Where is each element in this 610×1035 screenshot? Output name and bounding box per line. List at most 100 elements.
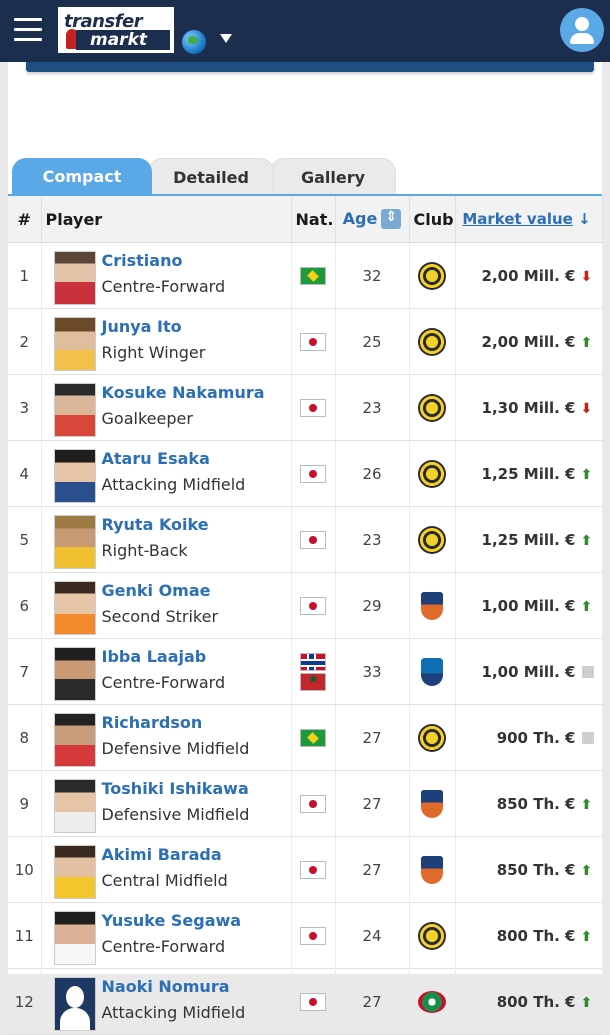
market-value[interactable]: 1,00 Mill. €	[482, 663, 576, 681]
market-value[interactable]: 1,30 Mill. €	[482, 399, 576, 417]
market-value[interactable]: 850 Th. €	[497, 861, 576, 879]
club-kashiwa-icon[interactable]	[418, 393, 446, 422]
player-photo[interactable]	[53, 581, 96, 635]
player-name-link[interactable]: Richardson	[102, 713, 203, 732]
player-position: Centre-Forward	[101, 673, 226, 692]
player-photo[interactable]	[53, 383, 96, 437]
player-photo[interactable]	[53, 251, 96, 305]
club-tokushima-icon[interactable]	[418, 990, 446, 1013]
player-name-link[interactable]: Ibba Laajab	[102, 647, 207, 666]
club-kashiwa-icon[interactable]	[418, 723, 446, 752]
club-niigata-icon[interactable]	[421, 591, 443, 620]
player-name-link[interactable]: Naoki Nomura	[102, 977, 230, 996]
age-cell: 29	[335, 572, 410, 639]
player-position: Goalkeeper	[101, 409, 193, 428]
menu-icon[interactable]	[14, 18, 42, 42]
flag-brazil-icon	[300, 728, 326, 747]
market-value-sort-link[interactable]: Market value	[462, 210, 572, 228]
player-photo[interactable]	[53, 449, 96, 503]
table-row: 4 Ataru Esaka Attacking Midfield 26 1,25…	[8, 440, 603, 507]
nationality-cell	[291, 374, 336, 441]
col-age-label[interactable]: Age	[343, 209, 378, 228]
nationality-cell	[291, 440, 336, 507]
player-name-link[interactable]: Cristiano	[102, 251, 183, 270]
player-position: Second Striker	[101, 607, 219, 626]
nationality-cell	[291, 836, 336, 903]
row-number: 12	[8, 968, 42, 1035]
sort-desc-icon[interactable]: ↓	[578, 210, 591, 228]
player-photo[interactable]	[53, 515, 96, 569]
player-photo[interactable]	[53, 647, 96, 701]
club-kashiwa-icon[interactable]	[418, 459, 446, 488]
market-value[interactable]: 900 Th. €	[497, 729, 576, 747]
player-name-link[interactable]: Ataru Esaka	[102, 449, 210, 468]
market-value[interactable]: 850 Th. €	[497, 795, 576, 813]
club-kashiwa-icon[interactable]	[418, 525, 446, 554]
trend-up-icon: ⬆	[580, 532, 593, 549]
player-position: Defensive Midfield	[101, 739, 250, 758]
table-row: 12 Naoki Nomura Attacking Midfield 27 80…	[8, 968, 603, 1035]
table-row: 3 Kosuke Nakamura Goalkeeper 23 1,30 Mil…	[8, 374, 603, 441]
player-name-link[interactable]: Junya Ito	[102, 317, 182, 336]
club-kashiwa-icon[interactable]	[418, 261, 446, 290]
market-value[interactable]: 800 Th. €	[497, 993, 576, 1011]
globe-icon[interactable]	[182, 30, 206, 54]
row-number: 8	[8, 704, 42, 771]
club-cell	[409, 506, 456, 573]
player-name-link[interactable]: Genki Omae	[102, 581, 211, 600]
tab-detailed[interactable]: Detailed	[148, 158, 274, 196]
transfermarkt-logo[interactable]: transfer markt	[58, 7, 174, 53]
player-cell: Yusuke Segawa Centre-Forward	[41, 902, 292, 969]
trend-up-icon: ⬆	[580, 796, 593, 813]
market-value-cell: 1,25 Mill. € ⬆	[455, 440, 603, 507]
age-cell: 23	[335, 374, 410, 441]
row-number: 4	[8, 440, 42, 507]
club-cell	[409, 242, 456, 309]
players-table: # Player Nat. Age Club Market value ↓ 1 …	[8, 196, 603, 1035]
tab-compact[interactable]: Compact	[12, 158, 152, 194]
player-name-link[interactable]: Akimi Barada	[102, 845, 222, 864]
player-position: Central Midfield	[101, 871, 228, 890]
market-value[interactable]: 2,00 Mill. €	[482, 333, 576, 351]
table-row: 5 Ryuta Koike Right-Back 23 1,25 Mill. €…	[8, 506, 603, 573]
player-photo[interactable]	[53, 845, 96, 899]
logo-text-bottom: markt	[76, 30, 170, 50]
player-photo[interactable]	[53, 977, 96, 1031]
row-number: 1	[8, 242, 42, 309]
player-name-link[interactable]: Toshiki Ishikawa	[102, 779, 249, 798]
club-kashiwa-icon[interactable]	[418, 921, 446, 950]
player-photo[interactable]	[53, 779, 96, 833]
player-name-link[interactable]: Kosuke Nakamura	[102, 383, 265, 402]
club-kashiwa-icon[interactable]	[418, 327, 446, 356]
club-cell	[409, 968, 456, 1035]
market-value[interactable]: 1,25 Mill. €	[482, 465, 576, 483]
sort-icon[interactable]	[381, 209, 402, 230]
market-value[interactable]: 1,00 Mill. €	[482, 597, 576, 615]
club-niigata-icon[interactable]	[421, 789, 443, 818]
player-name-link[interactable]: Ryuta Koike	[102, 515, 209, 534]
player-photo[interactable]	[53, 317, 96, 371]
col-market-value[interactable]: Market value ↓	[455, 196, 603, 243]
player-name-link[interactable]: Yusuke Segawa	[102, 911, 242, 930]
age-cell: 23	[335, 506, 410, 573]
nationality-cell	[291, 770, 336, 837]
club-yokohama-icon[interactable]	[421, 657, 443, 686]
club-niigata-icon[interactable]	[421, 855, 443, 884]
player-cell: Toshiki Ishikawa Defensive Midfield	[41, 770, 292, 837]
user-avatar-icon[interactable]	[560, 8, 604, 52]
market-value[interactable]: 2,00 Mill. €	[482, 267, 576, 285]
flag-morocco-icon	[300, 672, 326, 691]
row-number: 6	[8, 572, 42, 639]
tab-gallery[interactable]: Gallery	[270, 158, 396, 196]
col-age[interactable]: Age	[335, 196, 410, 243]
player-photo[interactable]	[53, 713, 96, 767]
table-row: 9 Toshiki Ishikawa Defensive Midfield 27…	[8, 770, 603, 837]
trend-up-icon: ⬆	[580, 598, 593, 615]
chevron-down-icon[interactable]	[220, 34, 232, 43]
market-value-cell: 2,00 Mill. € ⬆	[455, 308, 603, 375]
top-bar: transfer markt	[0, 0, 610, 62]
market-value[interactable]: 800 Th. €	[497, 927, 576, 945]
player-photo[interactable]	[53, 911, 96, 965]
market-value-cell: 1,30 Mill. € ⬇	[455, 374, 603, 441]
market-value[interactable]: 1,25 Mill. €	[482, 531, 576, 549]
